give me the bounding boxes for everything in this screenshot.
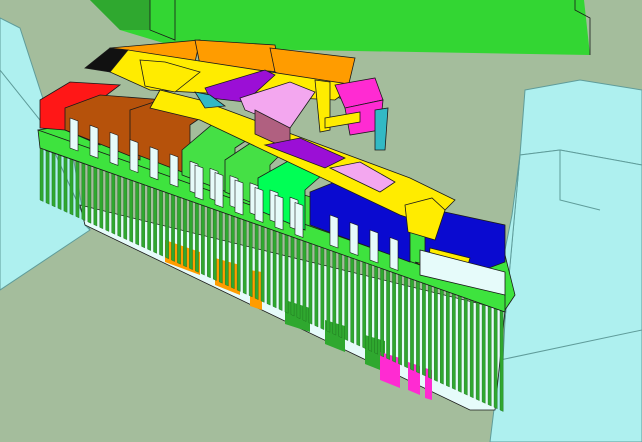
facade-fin (362, 258, 366, 350)
facade-fin (230, 210, 235, 290)
facade-fin (278, 227, 283, 311)
facade-fin (51, 144, 56, 208)
facade-fin (236, 212, 241, 292)
unit-window (149, 146, 159, 181)
unit-window (69, 117, 79, 152)
facade-fin (481, 303, 486, 404)
facade-fin (201, 199, 205, 276)
facade-fin (266, 223, 271, 306)
unit-window (214, 172, 224, 208)
facade-fin (195, 197, 199, 273)
facade-fin (117, 168, 122, 238)
facade-fin (153, 181, 157, 254)
facade-fin (260, 221, 265, 303)
facade-fin (135, 175, 139, 246)
facade-fin (165, 186, 169, 260)
unit-window (294, 202, 304, 238)
unit-window (169, 153, 179, 188)
facade-fin (326, 245, 331, 333)
facade-fin (386, 267, 390, 360)
unit-window (349, 222, 359, 256)
facade-fin (248, 216, 253, 298)
facade-fin (368, 261, 372, 352)
facade-fin (159, 183, 163, 257)
facade-fin (338, 250, 343, 339)
facade-fin (457, 294, 462, 393)
facade-fin (224, 208, 229, 287)
facade-fin (272, 225, 277, 309)
facade-fin (105, 163, 110, 232)
massing-model-scene (0, 0, 642, 442)
facade-fin (123, 170, 128, 240)
facade-fin (93, 159, 98, 227)
facade-fin (99, 161, 104, 230)
facade-fin (487, 305, 492, 407)
facade-fin (242, 214, 247, 295)
facade-fin (177, 190, 181, 265)
facade-fin (350, 254, 355, 344)
facade-fin (475, 300, 480, 401)
facade-fin (57, 146, 62, 210)
facade-fin (111, 166, 116, 235)
facade-fin (129, 172, 134, 243)
facade-fin (207, 201, 211, 279)
facade-fin (302, 236, 307, 322)
facade-fin (344, 252, 349, 341)
facade-fin (219, 205, 223, 284)
facade-fin (434, 285, 438, 382)
unit-window (389, 237, 399, 271)
facade-fin (213, 203, 217, 281)
unit-window (254, 187, 264, 223)
facade-fin (380, 265, 384, 358)
facade-fin (404, 274, 408, 369)
unit-window (129, 139, 139, 174)
facade-fin (428, 283, 432, 380)
facade-fin (81, 155, 86, 221)
facade-fin (284, 230, 289, 314)
facade-fin (416, 278, 420, 374)
facade-fin (410, 276, 414, 371)
facade-fin (183, 192, 187, 268)
facade-fin (493, 307, 498, 410)
facade-fin (392, 269, 396, 363)
unit-window (234, 179, 244, 216)
facade-fin (440, 287, 444, 385)
facade-fin (320, 243, 325, 330)
facade-fin (296, 234, 301, 320)
facade-fin (189, 194, 193, 270)
facade-fin (446, 289, 450, 388)
unit-window (194, 164, 204, 201)
unit-window (109, 131, 119, 166)
unit-window (369, 229, 379, 264)
facade-fin (356, 256, 361, 347)
facade-fin (469, 298, 474, 399)
unit-window (89, 124, 99, 159)
facade-fin (69, 150, 74, 216)
facade-fin (290, 232, 295, 317)
facade-fin (332, 247, 337, 336)
facade-fin (308, 239, 313, 325)
facade-fin (147, 179, 151, 251)
facade-fin (374, 263, 378, 355)
facade-fin (422, 280, 426, 377)
unit-window (274, 194, 284, 231)
facade-fin (75, 152, 80, 219)
facade-fin (314, 241, 319, 328)
facade-fin (63, 148, 68, 213)
facade-fin (171, 188, 175, 262)
facade-fin (87, 157, 92, 224)
facade-fin (452, 292, 456, 390)
unit-window (329, 214, 339, 249)
facade-fin (499, 309, 504, 412)
facade-fin (141, 177, 145, 249)
facade-fin (398, 272, 402, 366)
facade-fin (254, 219, 259, 300)
facade-fin (463, 296, 468, 396)
